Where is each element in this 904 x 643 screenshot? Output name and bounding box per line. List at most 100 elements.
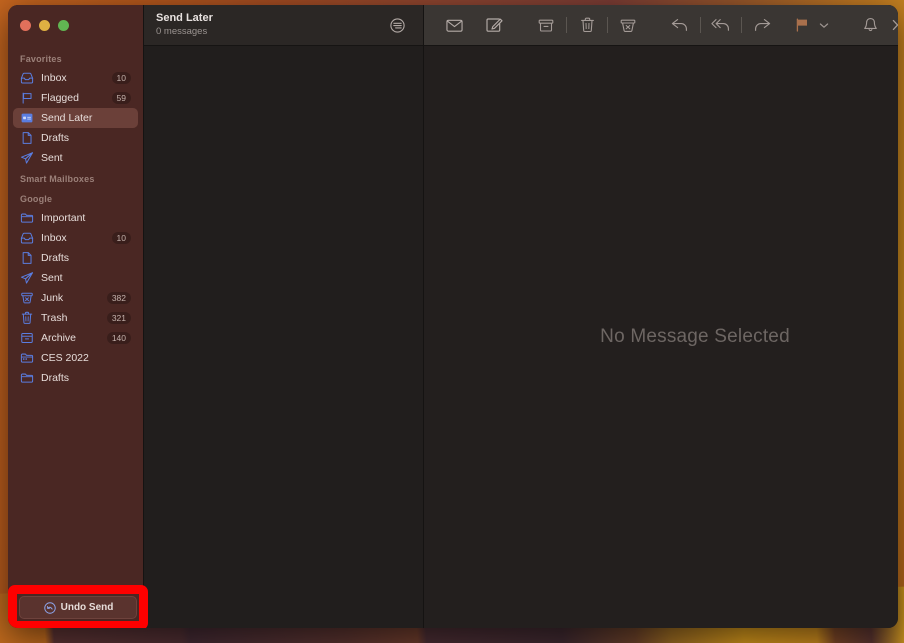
sidebar-section-header: Favorites — [20, 54, 62, 64]
reply-arrow-icon — [671, 19, 687, 31]
compose-button[interactable] — [480, 12, 508, 38]
junk-bin-icon — [620, 19, 636, 32]
junk-button[interactable] — [614, 12, 642, 38]
toolbar-separator — [741, 17, 742, 33]
message-list-pane: Send Later 0 messages — [143, 5, 424, 628]
reply-all-button[interactable] — [707, 12, 735, 38]
sidebar-item-badge: 140 — [106, 331, 131, 345]
empty-state-label: No Message Selected — [600, 326, 790, 347]
sidebar-item-label: Sent — [41, 272, 63, 284]
forward-arrow-icon — [755, 19, 771, 31]
flag-button[interactable] — [788, 12, 816, 38]
sidebar-item-label: Send Later — [41, 112, 93, 124]
sidebar: Favorites Inbox 10 Flagged 59 Send Later Draft… — [8, 5, 148, 628]
flag-icon — [22, 92, 32, 104]
trash-icon — [580, 17, 594, 33]
flag-filled-icon — [796, 18, 807, 32]
filter-icon — [389, 17, 405, 33]
sidebar-section-header: Smart Mailboxes — [20, 174, 95, 184]
reply-button[interactable] — [666, 12, 694, 38]
sidebar-item-send-later[interactable]: Send Later — [13, 108, 138, 128]
mute-button[interactable] — [856, 12, 884, 38]
sidebar-item-drafts[interactable]: Drafts — [13, 368, 138, 388]
sidebar-item-archive[interactable]: Archive 140 — [13, 328, 138, 348]
forward-button[interactable] — [748, 12, 776, 38]
sidebar-item-important[interactable]: Important — [13, 208, 138, 228]
chevron-down-icon — [819, 22, 829, 28]
sidebar-item-flagged[interactable]: Flagged 59 — [13, 88, 138, 108]
sidebar-section-header: Google — [20, 194, 53, 204]
calendar-folder-icon — [20, 353, 34, 363]
traffic-lights — [8, 5, 143, 46]
flag-dropdown[interactable] — [816, 22, 832, 29]
archive-button[interactable] — [532, 12, 560, 38]
delete-button[interactable] — [573, 12, 601, 38]
sidebar-item-sent[interactable]: Sent — [13, 148, 138, 168]
sidebar-item-inbox[interactable]: Inbox 10 — [13, 228, 138, 248]
toolbar — [424, 5, 898, 46]
document-icon — [22, 252, 32, 264]
sidebar-item-trash[interactable]: Trash 321 — [13, 308, 138, 328]
folder-icon — [20, 373, 34, 383]
archive-icon — [21, 332, 33, 344]
document-icon — [22, 132, 32, 144]
folder-icon — [20, 213, 34, 223]
inbox-icon — [20, 232, 34, 244]
message-list-header: Send Later 0 messages — [144, 5, 423, 46]
message-content-body: No Message Selected — [424, 46, 898, 628]
sidebar-item-drafts[interactable]: Drafts — [13, 248, 138, 268]
mailbox-title: Send Later — [156, 11, 213, 24]
sidebar-item-ces-2022[interactable]: CES 2022 — [13, 348, 138, 368]
toolbar-separator — [700, 17, 701, 33]
sidebar-item-label: Drafts — [41, 132, 70, 144]
sidebar-item-badge: 10 — [111, 231, 131, 245]
mark-unread-button[interactable] — [440, 12, 468, 38]
paper-plane-icon — [20, 272, 34, 284]
undo-send-button[interactable]: Undo Send — [19, 596, 137, 619]
message-list-title-block: Send Later 0 messages — [156, 12, 383, 38]
sidebar-item-label: Archive — [41, 332, 77, 344]
bell-icon — [863, 18, 877, 32]
undo-send-area: Undo Send — [8, 585, 148, 628]
archive-box-icon — [538, 19, 554, 32]
undo-circle-icon — [43, 601, 56, 614]
sidebar-item-label: Junk — [41, 292, 64, 304]
sidebar-item-label: Inbox — [41, 232, 67, 244]
message-list-body[interactable] — [144, 46, 423, 628]
trash-icon — [21, 311, 33, 324]
maximize-window-button[interactable] — [58, 20, 69, 31]
sidebar-scroll-area[interactable]: Favorites Inbox 10 Flagged 59 Send Later Draft… — [8, 46, 143, 628]
sidebar-item-junk[interactable]: Junk 382 — [13, 288, 138, 308]
message-content-pane: No Message Selected — [424, 5, 898, 628]
junk-icon — [21, 292, 33, 304]
double-chevron-right-icon — [892, 19, 898, 31]
undo-send-label: Undo Send — [60, 602, 114, 613]
sidebar-item-drafts[interactable]: Drafts — [13, 128, 138, 148]
send-later-icon — [21, 113, 33, 123]
mail-app-window: Favorites Inbox 10 Flagged 59 Send Later Draft… — [8, 5, 898, 628]
compose-icon — [485, 18, 503, 32]
message-count: 0 messages — [156, 25, 208, 37]
filter-messages-button[interactable] — [383, 12, 411, 38]
sidebar-item-label: CES 2022 — [41, 352, 89, 364]
close-window-button[interactable] — [20, 20, 31, 31]
sidebar-item-inbox[interactable]: Inbox 10 — [13, 68, 138, 88]
sidebar-item-label: Trash — [41, 312, 68, 324]
toolbar-separator — [566, 17, 567, 33]
sidebar-item-label: Drafts — [41, 372, 70, 384]
inbox-icon — [20, 72, 34, 84]
sidebar-item-label: Sent — [41, 152, 63, 164]
paper-plane-icon — [20, 152, 34, 164]
toolbar-separator — [607, 17, 608, 33]
sidebar-item-label: Inbox — [41, 72, 67, 84]
minimize-window-button[interactable] — [39, 20, 50, 31]
sidebar-item-badge: 382 — [106, 291, 131, 305]
sidebar-item-badge: 59 — [111, 91, 131, 105]
envelope-icon — [445, 19, 463, 32]
sidebar-item-sent[interactable]: Sent — [13, 268, 138, 288]
overflow-button[interactable] — [884, 12, 898, 38]
sidebar-item-badge: 321 — [106, 311, 131, 325]
sidebar-item-label: Flagged — [41, 92, 79, 104]
sidebar-item-badge: 10 — [111, 71, 131, 85]
reply-all-arrow-icon — [711, 19, 729, 31]
